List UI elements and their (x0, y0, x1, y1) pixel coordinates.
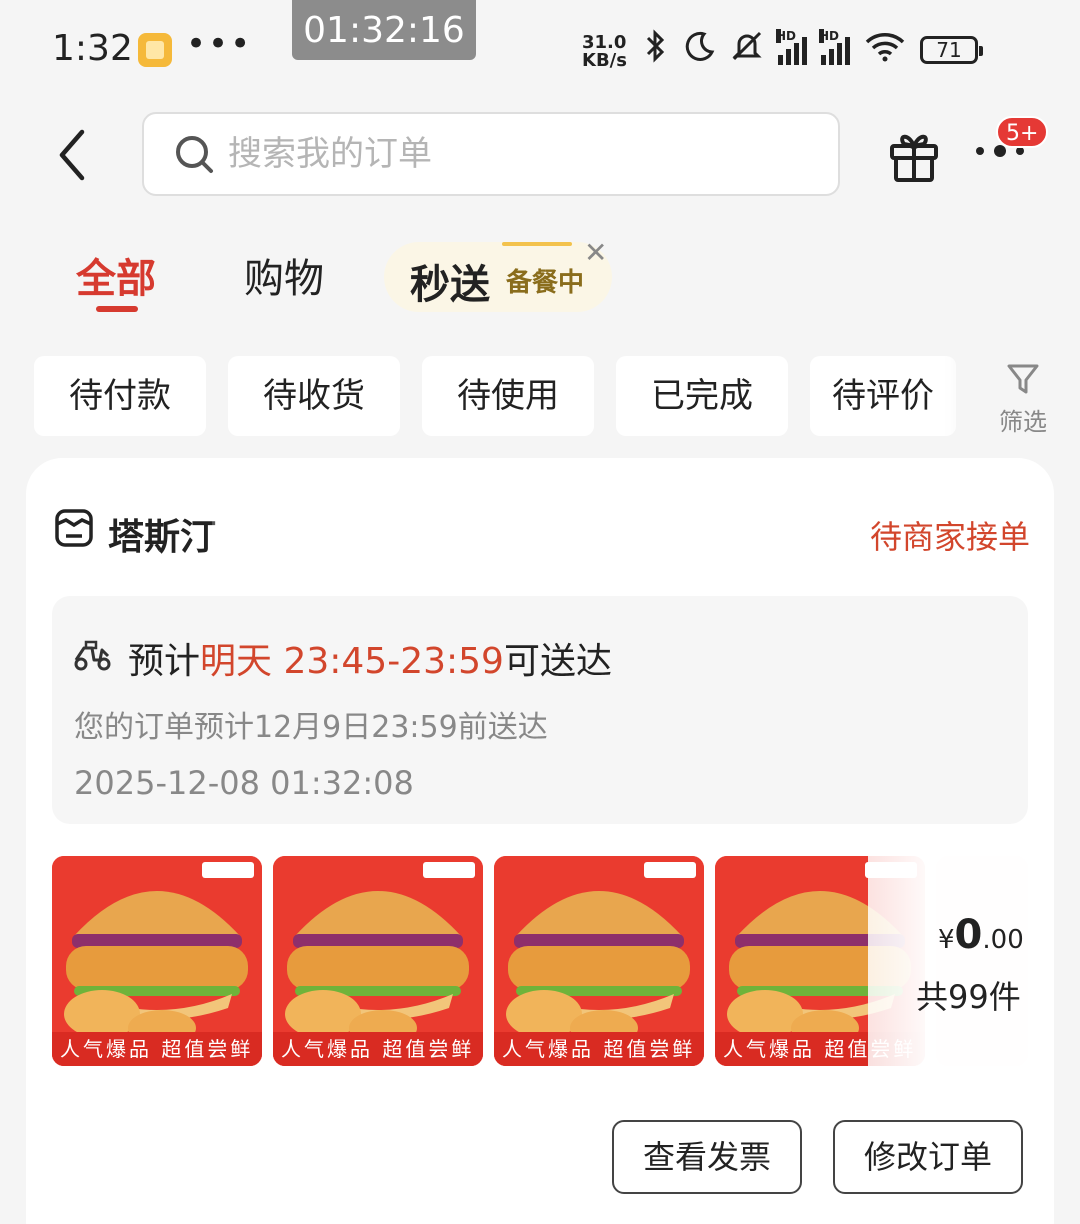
network-speed: 31.0 KB/s (582, 34, 627, 70)
price-decimal: .00 (982, 925, 1024, 955)
network-speed-unit: KB/s (582, 50, 627, 71)
search-input[interactable] (228, 128, 788, 180)
product-thumbnail[interactable]: 人气爆品 超值尝鲜 (273, 856, 483, 1066)
tab-all[interactable]: 全部 (76, 246, 156, 304)
product-thumbnail[interactable]: 人气爆品 超值尝鲜 (494, 856, 704, 1066)
recording-timer: 01:32:16 (292, 0, 476, 60)
eta-suffix: 可送达 (503, 641, 612, 682)
tab-flash-status: 备餐中 (506, 268, 585, 298)
search-box[interactable] (142, 112, 840, 196)
back-button[interactable] (54, 128, 94, 182)
filter-completed[interactable]: 已完成 (616, 356, 788, 436)
tab-flash-delivery[interactable]: 秒送 备餐中 (384, 242, 612, 312)
tab-shopping[interactable]: 购物 (244, 246, 324, 304)
order-time: 2025-12-08 01:32:08 (74, 764, 414, 802)
filter-pending-payment[interactable]: 待付款 (34, 356, 206, 436)
close-icon[interactable]: ✕ (584, 236, 607, 269)
status-more-icon: ••• (186, 24, 253, 64)
product-caption: 人气爆品 超值尝鲜 (502, 1037, 696, 1061)
search-icon (176, 136, 213, 173)
bluetooth-icon (640, 29, 670, 71)
filter-label: 筛选 (999, 408, 1047, 436)
funnel-icon (1007, 364, 1039, 394)
chips-fade (944, 340, 984, 450)
wifi-icon (864, 30, 906, 70)
notification-app-icon (138, 33, 172, 67)
product-caption: 人气爆品 超值尝鲜 (60, 1037, 254, 1061)
price-currency: ¥ (938, 925, 955, 955)
signal-2-icon: HD (819, 29, 850, 65)
item-count: 共99件 (916, 978, 1021, 1016)
filter-button[interactable]: 筛选 (994, 362, 1052, 437)
status-icons: HD HD 71 (640, 29, 983, 71)
store-icon (54, 508, 94, 548)
product-thumbnail[interactable]: 人气爆品 超值尝鲜 (52, 856, 262, 1066)
filter-pending-use[interactable]: 待使用 (422, 356, 594, 436)
product-caption: 人气爆品 超值尝鲜 (281, 1037, 475, 1061)
view-invoice-button[interactable]: 查看发票 (612, 1120, 802, 1194)
shop-name[interactable]: 塔斯汀 (108, 508, 216, 560)
price-integer: 0 (954, 912, 983, 958)
tab-active-indicator (96, 306, 138, 312)
notification-badge: 5+ (996, 116, 1049, 148)
tab-flash-label: 秒送 (410, 262, 490, 308)
filter-pending-review[interactable]: 待评价 (810, 356, 956, 436)
price-overlay (868, 856, 1028, 1066)
flash-progress-bar (502, 242, 572, 246)
order-status: 待商家接单 (870, 518, 1031, 556)
blur-overlay (212, 470, 632, 580)
eta-line: 预计明天 23:45-23:59可送达 (128, 632, 612, 684)
eta-time: 明天 23:45-23:59 (200, 641, 504, 682)
moon-icon (684, 30, 716, 70)
battery-indicator: 71 (920, 36, 983, 64)
filter-pending-receipt[interactable]: 待收货 (228, 356, 400, 436)
scooter-icon (72, 638, 112, 672)
status-time: 1:32 (52, 28, 133, 69)
eta-note: 您的订单预计12月9日23:59前送达 (74, 710, 548, 745)
mute-bell-icon (730, 29, 764, 71)
signal-1-icon: HD (776, 29, 807, 65)
order-price: ¥0.00 (938, 912, 1024, 958)
gift-icon[interactable] (886, 128, 942, 184)
chevron-left-icon (59, 129, 85, 181)
modify-order-button[interactable]: 修改订单 (833, 1120, 1023, 1194)
eta-prefix: 预计 (128, 641, 201, 682)
